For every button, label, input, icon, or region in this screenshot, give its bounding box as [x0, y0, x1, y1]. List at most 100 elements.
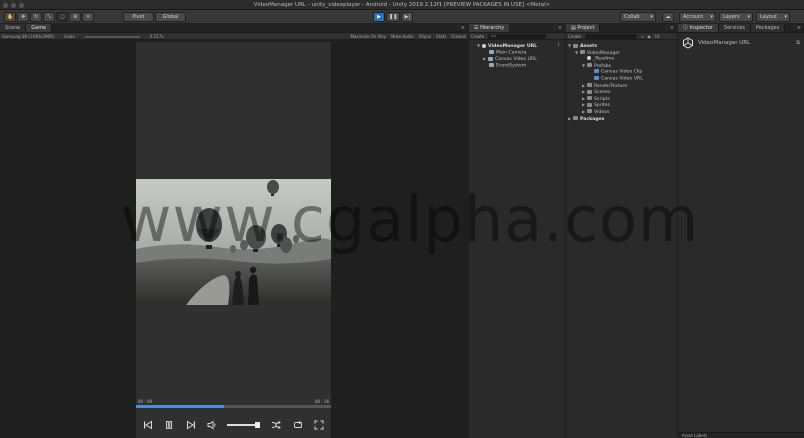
inspector-open-icon[interactable]: ⧉	[796, 40, 800, 46]
project-panel: ▤ Project ⋮≡ Create ⌕ ◆ 14 ▼ Assets ▼ Vide…	[566, 24, 677, 438]
pause-video-icon[interactable]	[163, 419, 175, 431]
project-tree-item[interactable]: ▼ Prefabs	[566, 63, 677, 70]
project-tree-item[interactable]: ▶ RenderTexture	[566, 83, 677, 90]
project-tree-item[interactable]: ▶ Scenes	[566, 89, 677, 96]
scale-slider[interactable]	[84, 35, 140, 38]
account-dropdown[interactable]: Account	[679, 12, 716, 22]
asset-labels-bar[interactable]: Asset Labels	[678, 432, 804, 438]
skip-forward-icon[interactable]	[185, 419, 197, 431]
project-tree-item[interactable]: ▼ VideoManager	[566, 50, 677, 57]
hierarchy-tab-label: Hierarchy	[480, 25, 505, 31]
layers-dropdown[interactable]: Layers	[719, 12, 753, 22]
folder-icon	[587, 89, 592, 94]
tab-hierarchy[interactable]: ☰ Hierarchy	[469, 24, 511, 32]
collab-dropdown[interactable]: Collab	[620, 12, 656, 22]
inspector-header: VideoManager URL ⧉	[678, 33, 804, 53]
project-create-dropdown[interactable]: Create	[568, 34, 581, 39]
minimize-window-icon[interactable]	[11, 2, 16, 8]
label-icon[interactable]: ◆	[648, 34, 651, 39]
volume-knob[interactable]	[255, 422, 261, 428]
volume-slider[interactable]	[227, 419, 261, 431]
folder-icon	[580, 50, 585, 55]
layout-dropdown[interactable]: Layout	[756, 12, 790, 22]
unity-scene-icon	[482, 43, 486, 48]
panel-menu-icon[interactable]: ⋮≡	[553, 24, 562, 33]
window-controls[interactable]	[3, 2, 24, 8]
game-viewport[interactable]: 00 : 00 00 : 16	[136, 42, 331, 438]
tab-services[interactable]: Services	[718, 24, 752, 32]
project-tree-item[interactable]: ▶ Scripts	[566, 96, 677, 103]
volume-icon[interactable]	[206, 419, 218, 431]
global-toggle[interactable]: Global	[155, 12, 186, 22]
hierarchy-create-dropdown[interactable]: Create	[471, 34, 484, 39]
pivot-toggle[interactable]: Pivot	[123, 12, 154, 22]
unity-logo-icon	[683, 37, 693, 49]
hierarchy-search-input[interactable]: All	[488, 33, 547, 39]
project-search-input[interactable]	[585, 33, 638, 39]
inspector-tabbar: ⓘ Inspector Services Packages ⋮≡	[678, 24, 804, 33]
gameobject-icon	[488, 56, 493, 61]
progress-bar[interactable]	[136, 405, 331, 408]
project-tree-item[interactable]: Canvas Video Clip	[566, 69, 677, 76]
panel-menu-icon[interactable]: ⋮≡	[792, 24, 801, 33]
project-root-label: Assets	[580, 44, 598, 49]
repeat-icon[interactable]	[292, 419, 304, 431]
close-window-icon[interactable]	[3, 2, 8, 8]
project-tree-item[interactable]: _Readme	[566, 56, 677, 63]
project-tree-item[interactable]: ▶ Sprites	[566, 102, 677, 109]
hierarchy-tree: ▼ VideoManager URL ⋮ Main Camera ▶ Canvas …	[469, 40, 565, 69]
hierarchy-item-label: Main Camera	[496, 50, 527, 56]
filter-icon[interactable]: ⌕	[641, 34, 643, 39]
project-root-row[interactable]: ▼ Assets	[566, 43, 677, 50]
hierarchy-scene-row[interactable]: ▼ VideoManager URL ⋮	[469, 43, 565, 50]
stats-toggle[interactable]: Stats	[436, 34, 446, 39]
prefab-icon	[594, 69, 599, 74]
cloud-icon[interactable]: ☁	[662, 12, 674, 22]
project-tree-item[interactable]: Canvas Video URL	[566, 75, 677, 83]
play-icon[interactable]: ▶	[373, 12, 385, 22]
tab-game[interactable]: Game	[26, 24, 53, 32]
scale-icon[interactable]: ⤡	[43, 12, 56, 22]
hierarchy-item[interactable]: EventSystem	[469, 62, 565, 70]
tab-inspector[interactable]: ⓘ Inspector	[678, 24, 719, 32]
hidden-count-badge: 14	[654, 33, 660, 39]
zoom-window-icon[interactable]	[19, 2, 24, 8]
move-icon[interactable]: ✥	[17, 12, 30, 22]
panel-menu-icon[interactable]: ⋮≡	[665, 24, 674, 33]
hierarchy-item-label: Canvas Video URL	[495, 57, 537, 63]
gizmos-dropdown[interactable]: Gizmos	[451, 34, 466, 39]
fullscreen-icon[interactable]	[313, 419, 325, 431]
folder-icon	[587, 96, 592, 101]
title-bar: VideoManager URL - unity_videoplayer - A…	[0, 0, 804, 10]
progress-fill	[136, 405, 224, 408]
hierarchy-panel: ☰ Hierarchy ⋮≡ Create All ▼ VideoManager …	[469, 24, 565, 438]
rotate-icon[interactable]: ↻	[30, 12, 43, 22]
play-controls: ▶ ❚❚ ▶|	[373, 12, 414, 22]
project-tree-item[interactable]: ▶ Videos	[566, 109, 677, 116]
hand-icon[interactable]: ✋	[4, 12, 17, 22]
tab-project[interactable]: ▤ Project	[566, 24, 601, 32]
scene-menu-icon[interactable]: ⋮	[556, 43, 561, 50]
shuffle-icon[interactable]	[270, 419, 282, 431]
transform-icon[interactable]: ⊕	[69, 12, 82, 22]
tab-packages[interactable]: Packages	[751, 24, 786, 32]
mute-audio-toggle[interactable]: Mute Audio	[391, 34, 414, 39]
panel-menu-icon[interactable]: ⋮≡	[456, 24, 465, 33]
folder-icon	[573, 116, 578, 121]
scale-value: 0.217x	[149, 33, 164, 39]
folder-icon	[587, 83, 592, 88]
pause-icon[interactable]: ❚❚	[386, 12, 401, 22]
project-toolbar: Create ⌕ ◆ 14	[566, 33, 677, 40]
rect-icon[interactable]: ▢	[56, 12, 69, 22]
skip-back-icon[interactable]	[142, 419, 154, 431]
custom-tool-icon[interactable]: ✕	[82, 12, 95, 22]
device-dropdown[interactable]: Samsung S8 (1440x2960)	[2, 34, 54, 39]
packages-row[interactable]: ▶ Packages	[566, 116, 677, 123]
tab-scene[interactable]: Scene	[0, 24, 27, 32]
step-icon[interactable]: ▶|	[401, 12, 414, 22]
vsync-toggle[interactable]: VSync	[419, 34, 431, 39]
maximize-on-play-toggle[interactable]: Maximize On Play	[350, 34, 386, 39]
hierarchy-item[interactable]: ▶ Canvas Video URL	[469, 56, 565, 63]
inspector-panel: ⓘ Inspector Services Packages ⋮≡ VideoMa…	[678, 24, 804, 438]
hierarchy-item[interactable]: Main Camera	[469, 49, 565, 57]
